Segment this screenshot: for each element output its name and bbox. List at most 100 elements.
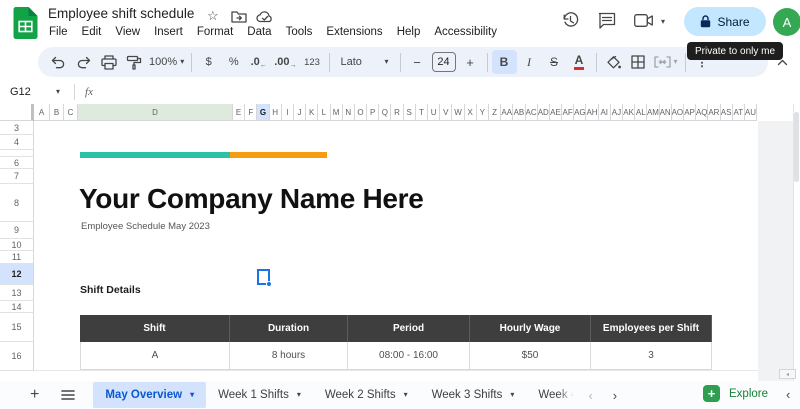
merge-cells-button[interactable]: ▾ [651, 50, 681, 74]
sheet-tab-caret-icon[interactable]: ▾ [297, 391, 301, 399]
menu-accessibility[interactable]: Accessibility [427, 23, 504, 41]
column-header-AJ[interactable]: AJ [611, 104, 623, 121]
decrease-decimal-button[interactable]: .0← [246, 50, 271, 74]
column-header-Z[interactable]: Z [489, 104, 501, 121]
column-header-W[interactable]: W [452, 104, 464, 121]
vertical-scrollbar-thumb[interactable] [794, 112, 799, 182]
menu-tools[interactable]: Tools [279, 23, 320, 41]
menu-insert[interactable]: Insert [147, 23, 190, 41]
column-header-J[interactable]: J [294, 104, 306, 121]
row-header-15[interactable]: 15 [0, 313, 34, 342]
row-header-11[interactable]: 11 [0, 251, 34, 264]
column-header-AI[interactable]: AI [599, 104, 611, 121]
column-header-AH[interactable]: AH [586, 104, 598, 121]
column-header-K[interactable]: K [306, 104, 318, 121]
column-header-AP[interactable]: AP [684, 104, 696, 121]
zoom-select[interactable]: 100% ▾ [146, 50, 187, 74]
table-header-cell[interactable]: Hourly Wage [470, 315, 591, 342]
comment-icon[interactable] [598, 12, 616, 29]
company-name-text[interactable]: Your Company Name Here [79, 183, 424, 215]
column-header-F[interactable]: F [245, 104, 257, 121]
sheet-tab-week-2-shifts[interactable]: Week 2 Shifts▾ [313, 382, 420, 408]
sheet-tab-caret-icon[interactable]: ▾ [404, 391, 408, 399]
share-button[interactable]: Share [684, 7, 766, 36]
undo-button[interactable] [46, 50, 71, 74]
paint-format-button[interactable] [121, 50, 146, 74]
column-header-AC[interactable]: AC [526, 104, 538, 121]
column-header-AM[interactable]: AM [647, 104, 659, 121]
table-header-cell[interactable]: Shift [80, 315, 230, 342]
move-to-folder-icon[interactable] [231, 10, 247, 23]
column-header-A[interactable]: A [34, 104, 50, 121]
row-header-4[interactable]: 4 [0, 135, 34, 150]
font-size-input[interactable]: 24 [432, 52, 456, 72]
column-header-B[interactable]: B [50, 104, 64, 121]
increase-decimal-button[interactable]: .00→ [271, 50, 299, 74]
row-header-hidden[interactable] [0, 150, 34, 157]
column-header-R[interactable]: R [391, 104, 403, 121]
table-cell[interactable]: $50 [470, 342, 591, 370]
sheet-canvas[interactable]: Your Company Name Here Employee Schedule… [34, 121, 758, 371]
row-header-13[interactable]: 13 [0, 285, 34, 301]
format-percent-button[interactable]: % [221, 50, 246, 74]
text-color-button[interactable]: A [567, 50, 592, 74]
video-call-caret-icon[interactable]: ▾ [661, 18, 665, 26]
column-header-AN[interactable]: AN [660, 104, 672, 121]
column-header-AQ[interactable]: AQ [696, 104, 708, 121]
column-header-U[interactable]: U [428, 104, 440, 121]
star-icon[interactable]: ☆ [207, 8, 219, 24]
column-header-AE[interactable]: AE [550, 104, 562, 121]
redo-button[interactable] [71, 50, 96, 74]
column-header-S[interactable]: S [404, 104, 416, 121]
column-header-AO[interactable]: AO [672, 104, 684, 121]
menu-help[interactable]: Help [390, 23, 428, 41]
column-header-Q[interactable]: Q [379, 104, 391, 121]
tabs-scroll-right-icon[interactable]: › [613, 388, 617, 403]
column-header-AA[interactable]: AA [501, 104, 513, 121]
video-call-icon[interactable] [634, 14, 654, 27]
menu-extensions[interactable]: Extensions [319, 23, 389, 41]
selected-cell-outline[interactable] [257, 269, 270, 285]
column-header-V[interactable]: V [440, 104, 452, 121]
column-header-M[interactable]: M [331, 104, 343, 121]
table-cell[interactable]: 3 [591, 342, 712, 370]
column-header-I[interactable]: I [282, 104, 294, 121]
add-sheet-button[interactable]: + [30, 386, 39, 404]
column-header-D[interactable]: D [78, 104, 233, 121]
column-header-Y[interactable]: Y [477, 104, 489, 121]
column-header-N[interactable]: N [343, 104, 355, 121]
name-box-caret-icon[interactable]: ▾ [56, 88, 60, 96]
row-header-14[interactable]: 14 [0, 301, 34, 313]
account-avatar[interactable]: A [773, 8, 800, 36]
side-panel-collapse-icon[interactable]: ‹ [786, 387, 790, 402]
cloud-saved-icon[interactable] [256, 11, 274, 23]
bold-button[interactable]: B [492, 50, 517, 74]
column-header-AB[interactable]: AB [513, 104, 525, 121]
menu-file[interactable]: File [42, 23, 75, 41]
format-currency-button[interactable]: $ [196, 50, 221, 74]
sheet-tab-caret-icon[interactable]: ▾ [190, 391, 194, 399]
schedule-subtitle-text[interactable]: Employee Schedule May 2023 [81, 221, 210, 232]
menu-edit[interactable]: Edit [75, 23, 109, 41]
row-header-6[interactable]: 6 [0, 157, 34, 169]
column-header-AL[interactable]: AL [635, 104, 647, 121]
column-header-H[interactable]: H [270, 104, 282, 121]
hide-menus-icon[interactable] [777, 59, 788, 66]
table-cell[interactable]: 08:00 - 16:00 [348, 342, 470, 370]
select-all-corner[interactable] [0, 104, 34, 121]
column-header-G[interactable]: G [257, 104, 269, 121]
table-cell[interactable]: A [80, 342, 230, 370]
tabs-scroll-left-icon[interactable]: ‹ [588, 388, 592, 403]
table-header-cell[interactable]: Period [348, 315, 470, 342]
shift-details-label[interactable]: Shift Details [80, 284, 141, 296]
column-header-X[interactable]: X [465, 104, 477, 121]
row-header-3[interactable]: 3 [0, 121, 34, 135]
table-header-cell[interactable]: Duration [230, 315, 348, 342]
increase-font-size-button[interactable]: + [458, 50, 483, 74]
horizontal-scrollbar-arrow[interactable]: ◂ [779, 369, 796, 379]
column-header-P[interactable]: P [367, 104, 379, 121]
column-header-O[interactable]: O [355, 104, 367, 121]
column-header-AG[interactable]: AG [574, 104, 586, 121]
more-formats-button[interactable]: 123 [300, 50, 325, 74]
fill-handle[interactable] [266, 281, 272, 287]
